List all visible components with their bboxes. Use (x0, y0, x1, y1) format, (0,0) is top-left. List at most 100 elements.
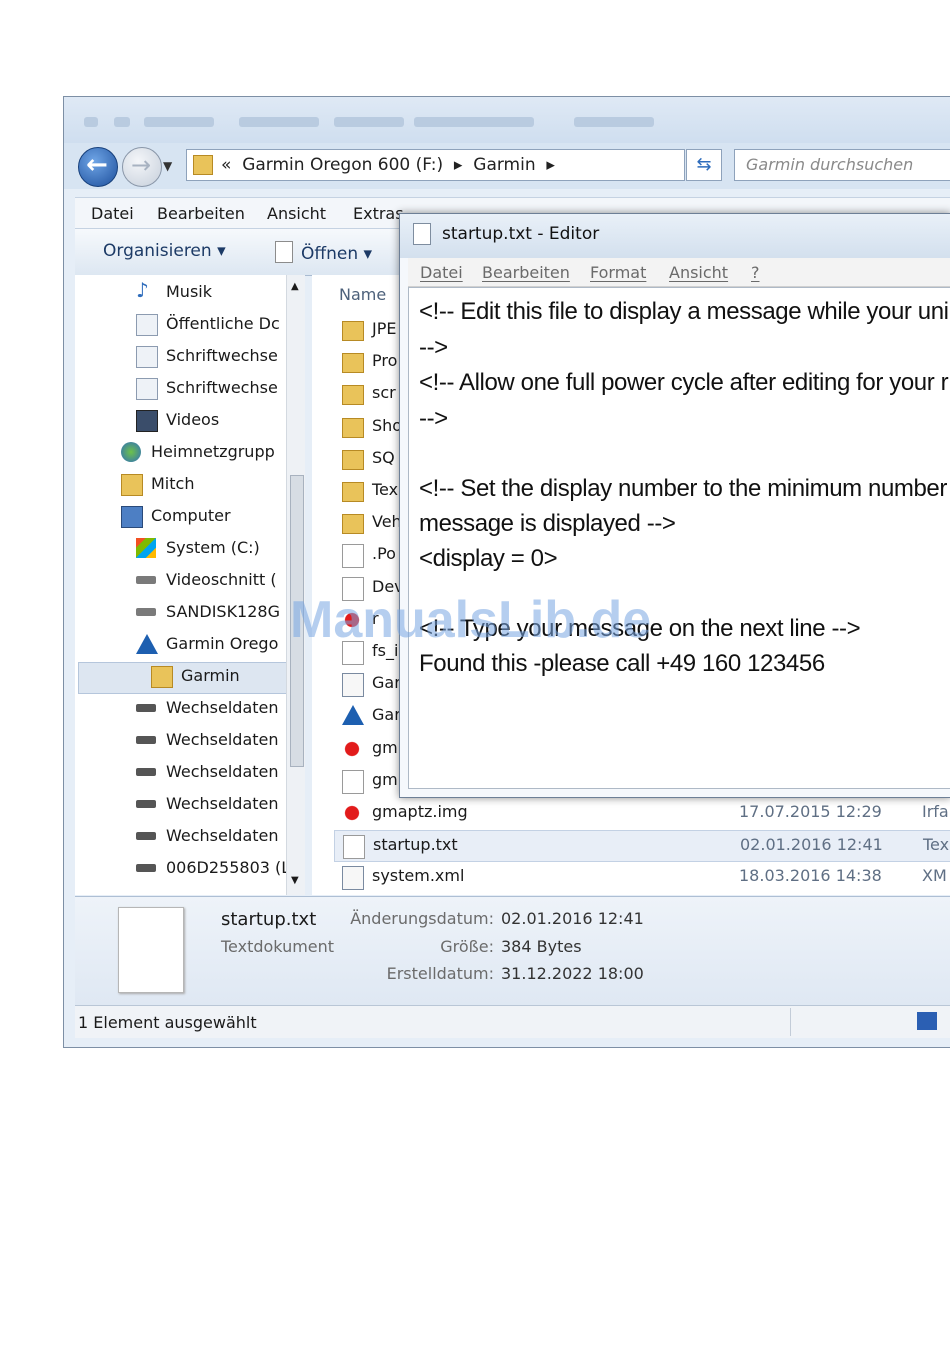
details-size-value: 384 Bytes (501, 937, 582, 956)
details-modified-value: 02.01.2016 12:41 (501, 909, 644, 928)
computer-icon (121, 506, 143, 528)
address-bar[interactable]: « Garmin Oregon 600 (F:) ▸ Garmin ▸ ▼ (186, 149, 793, 181)
text-line: message is displayed --> (419, 510, 676, 537)
file-name: Gar (372, 673, 401, 693)
column-header-name[interactable]: Name (339, 285, 386, 304)
user-folder-icon (121, 474, 143, 496)
chevron-right-icon[interactable]: ▸ (454, 155, 463, 175)
text-line: <!-- Edit this file to display a message… (419, 298, 949, 325)
np-menu-edit[interactable]: Bearbeiten (482, 263, 570, 282)
forward-button[interactable] (122, 147, 162, 187)
details-filetype: Textdokument (221, 937, 335, 956)
explorer-title-bar (64, 97, 950, 143)
file-date: 18.03.2016 14:38 (739, 866, 882, 886)
text-line: --> (419, 405, 448, 432)
scroll-down-icon[interactable]: ▼ (291, 875, 299, 886)
library-icon (136, 346, 158, 368)
file-name: JPE (372, 319, 397, 338)
breadcrumb-folder[interactable]: Garmin (473, 155, 535, 175)
open-button[interactable]: Öffnen ▾ (275, 241, 372, 264)
np-menu-file[interactable]: Datei (420, 263, 463, 282)
status-bar: 1 Element ausgewählt (75, 1005, 950, 1038)
folder-icon (193, 155, 213, 175)
folder-icon (342, 417, 364, 438)
file-name: Pro (372, 351, 398, 371)
file-name: gm (372, 737, 398, 757)
status-divider (790, 1008, 791, 1036)
notepad-text-area[interactable]: <!-- Edit this file to display a message… (408, 287, 950, 789)
np-menu-format[interactable]: Format (590, 263, 646, 282)
navigation-pane: ♪ Musik Öffentliche Dc Schriftwechse Schr… (75, 275, 297, 895)
np-menu-help[interactable]: ? (751, 263, 760, 282)
nav-scrollbar[interactable]: ▲ ▼ (286, 275, 305, 895)
video-icon (136, 410, 158, 432)
folder-icon (342, 449, 364, 470)
breadcrumb-drive[interactable]: Garmin Oregon 600 (F:) (242, 155, 443, 175)
file-name: SQ (372, 447, 395, 467)
file-name: Tex (372, 480, 399, 499)
file-type: Tex (923, 835, 950, 855)
folder-icon (342, 321, 364, 341)
text-line: Found this -please call +49 160 123456 (419, 650, 825, 677)
garmin-icon (342, 705, 364, 726)
irfanview-icon (342, 737, 362, 760)
file-name: startup.txt (373, 835, 458, 855)
garmin-icon (136, 634, 158, 654)
details-created-label: Erstelldatum: (386, 964, 494, 983)
np-menu-view[interactable]: Ansicht (669, 263, 728, 282)
system-drive-icon (136, 538, 156, 558)
file-date: 17.07.2015 12:29 (739, 802, 882, 821)
menu-tools[interactable]: Extras (353, 204, 404, 223)
text-line: <!-- Type your message on the next line … (419, 615, 861, 642)
xml-icon (342, 673, 364, 698)
details-size-label: Größe: (440, 937, 494, 956)
text-file-icon (343, 835, 365, 860)
chevron-down-icon: ▾ (217, 241, 226, 261)
notepad-window: startup.txt - Editor Datei Bearbeiten Fo… (399, 213, 950, 798)
text-file-icon (118, 907, 184, 993)
file-name: scr (372, 383, 396, 403)
file-row[interactable]: system.xml 18.03.2016 14:38 XM (334, 862, 950, 892)
drive-icon (136, 832, 156, 840)
drive-icon (136, 704, 156, 712)
menu-edit[interactable]: Bearbeiten (157, 204, 245, 223)
file-name: .Po (372, 544, 396, 564)
file-icon (342, 576, 364, 601)
menu-file[interactable]: Datei (91, 204, 134, 223)
menu-view[interactable]: Ansicht (267, 204, 326, 223)
history-dropdown-icon[interactable]: ▼ (163, 159, 172, 173)
homegroup-icon (121, 442, 141, 462)
scroll-up-icon[interactable]: ▲ (291, 281, 299, 292)
file-icon (342, 769, 364, 794)
breadcrumb[interactable]: « Garmin Oregon 600 (F:) ▸ Garmin ▸ (221, 155, 555, 175)
details-modified-label: Änderungsdatum: (350, 909, 494, 928)
back-button[interactable] (78, 147, 118, 187)
drive-icon (136, 608, 156, 616)
text-line: <!-- Allow one full power cycle after ed… (419, 369, 949, 396)
library-icon (136, 314, 158, 336)
address-row: ▼ « Garmin Oregon 600 (F:) ▸ Garmin ▸ ▼ … (64, 143, 950, 189)
organize-button[interactable]: Organisieren ▾ (103, 241, 226, 261)
refresh-button[interactable]: ⇆ (686, 149, 722, 181)
file-row[interactable]: startup.txt 02.01.2016 12:41 Tex (334, 830, 950, 863)
file-type: Irfar (922, 802, 950, 821)
music-icon: ♪ (136, 278, 149, 302)
file-name: Gar (372, 705, 401, 725)
chevron-right-icon[interactable]: ▸ (546, 155, 555, 175)
file-name: Veh (372, 512, 402, 532)
notepad-title-bar[interactable]: startup.txt - Editor (400, 214, 950, 258)
irfanview-icon (342, 802, 362, 824)
search-input[interactable]: Garmin durchsuchen (734, 149, 950, 181)
drive-icon (136, 864, 156, 872)
chevron-down-icon: ▾ (363, 244, 373, 264)
scrollbar-thumb[interactable] (290, 475, 304, 767)
file-name: fs_i (372, 641, 399, 660)
text-line: --> (419, 334, 448, 361)
file-date: 02.01.2016 12:41 (740, 835, 883, 855)
drive-icon (136, 576, 156, 584)
folder-icon (342, 482, 364, 502)
notepad-title: startup.txt - Editor (442, 224, 600, 244)
file-row[interactable]: gmaptz.img 17.07.2015 12:29 Irfar (334, 798, 950, 828)
library-icon (136, 378, 158, 400)
folder-icon (342, 514, 364, 535)
